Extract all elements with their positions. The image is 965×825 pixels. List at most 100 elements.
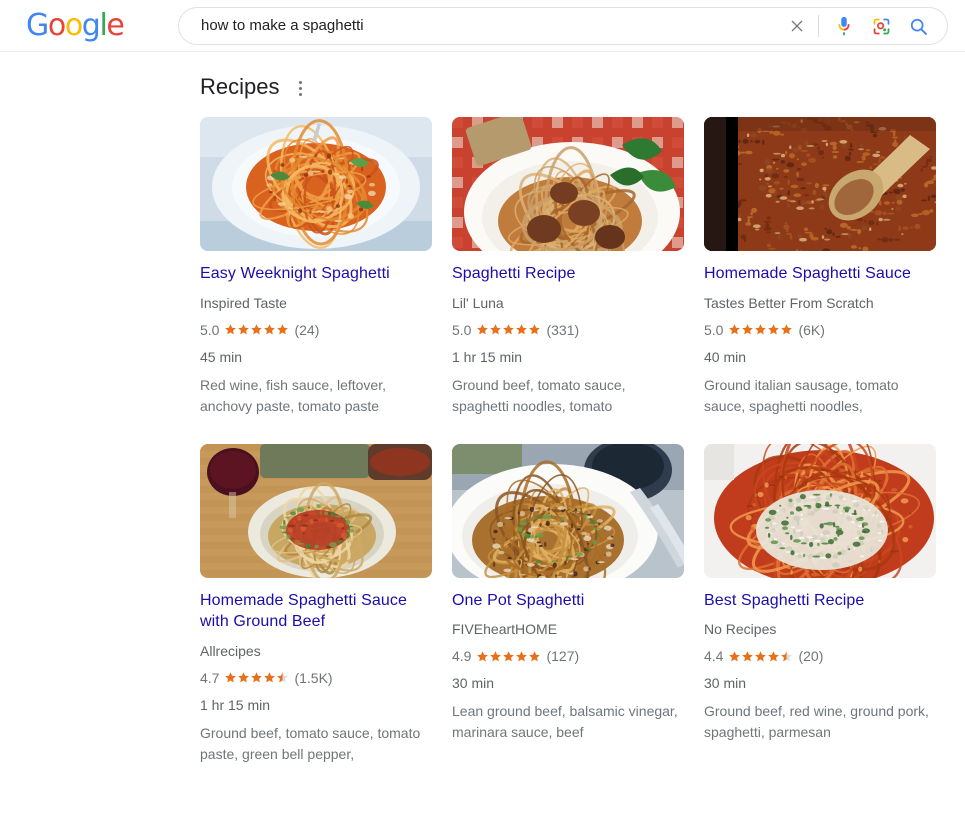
- recipes-grid: Easy Weeknight Spaghetti Inspired Taste 5.…: [200, 117, 965, 765]
- recipe-card[interactable]: Homemade Spaghetti Sauce Tastes Better Fr…: [704, 117, 936, 417]
- logo-letter-o1: o: [48, 8, 65, 43]
- rating-value: 5.0: [452, 321, 471, 339]
- star-icon: [515, 650, 528, 663]
- recipe-thumbnail[interactable]: [200, 117, 432, 251]
- recipe-source: Allrecipes: [200, 642, 432, 660]
- logo-letter-o2: o: [65, 8, 82, 43]
- rating-stars: [728, 650, 793, 663]
- search-input[interactable]: [201, 13, 782, 39]
- star-icon: [224, 671, 237, 684]
- star-icon: [237, 671, 250, 684]
- recipe-card[interactable]: Best Spaghetti RecipeNo Recipes4.4(20)30…: [704, 444, 936, 765]
- search-header: Google: [0, 0, 965, 52]
- star-icon: [767, 650, 780, 663]
- recipe-source: Inspired Taste: [200, 294, 432, 312]
- rating-stars: [224, 323, 289, 336]
- star-icon: [476, 323, 489, 336]
- star-icon: [780, 650, 793, 663]
- recipe-title-link[interactable]: One Pot Spaghetti: [452, 590, 684, 612]
- recipe-title-link[interactable]: Best Spaghetti Recipe: [704, 590, 936, 612]
- search-icon[interactable]: [903, 11, 933, 41]
- recipe-thumbnail[interactable]: [704, 117, 936, 251]
- star-icon: [276, 323, 289, 336]
- clear-icon[interactable]: [782, 11, 812, 41]
- recipe-time: 45 min: [200, 348, 432, 366]
- logo-letter-G: G: [26, 8, 48, 43]
- star-icon: [528, 323, 541, 336]
- star-icon: [728, 323, 741, 336]
- star-icon: [502, 650, 515, 663]
- rating-stars: [476, 650, 541, 663]
- search-bar[interactable]: [178, 7, 948, 45]
- star-icon: [476, 650, 489, 663]
- star-icon: [767, 323, 780, 336]
- star-icon: [224, 323, 237, 336]
- star-icon: [515, 323, 528, 336]
- recipe-ingredients: Red wine, fish sauce, leftover, anchovy …: [200, 375, 432, 417]
- recipe-title-link[interactable]: Homemade Spaghetti Sauce with Ground Bee…: [200, 590, 432, 633]
- rating-value: 5.0: [200, 321, 219, 339]
- review-count: (24): [294, 321, 319, 339]
- recipe-card[interactable]: Easy Weeknight Spaghetti Inspired Taste 5.…: [200, 117, 432, 417]
- google-lens-icon[interactable]: [866, 11, 896, 41]
- toolbar-divider: [818, 15, 819, 37]
- google-logo[interactable]: Google: [26, 11, 123, 41]
- microphone-icon[interactable]: [829, 11, 859, 41]
- recipes-section-header: Recipes: [200, 70, 965, 104]
- review-count: (1.5K): [294, 669, 332, 687]
- recipe-ingredients: Ground beef, tomato sauce, tomato paste,…: [200, 723, 432, 765]
- recipe-thumbnail-image: [200, 117, 432, 251]
- recipe-time: 1 hr 15 min: [452, 348, 684, 366]
- recipe-thumbnail[interactable]: [704, 444, 936, 578]
- review-count: (20): [798, 647, 823, 665]
- recipe-source: FIVEheartHOME: [452, 620, 684, 638]
- recipe-card[interactable]: Homemade Spaghetti Sauce with Ground Bee…: [200, 444, 432, 765]
- recipe-rating: 4.9 (127): [452, 647, 684, 665]
- rating-stars: [728, 323, 793, 336]
- recipe-time: 30 min: [452, 674, 684, 692]
- star-icon: [728, 650, 741, 663]
- recipe-title-link[interactable]: Spaghetti Recipe: [452, 263, 684, 285]
- recipe-rating: 4.4(20): [704, 647, 936, 665]
- recipe-thumbnail-image: [200, 444, 432, 578]
- recipe-card[interactable]: Spaghetti RecipeLil' Luna5.0(331)1 hr 15…: [452, 117, 684, 417]
- more-options-icon[interactable]: [291, 76, 309, 98]
- recipe-thumbnail-image: [452, 117, 684, 251]
- star-icon: [502, 323, 515, 336]
- recipe-card[interactable]: One Pot Spaghetti FIVEheartHOME 4.9 (127) 30…: [452, 444, 684, 765]
- kebab-dot-2: [299, 87, 302, 90]
- recipe-title-link[interactable]: Homemade Spaghetti Sauce: [704, 263, 936, 285]
- rating-value: 4.7: [200, 669, 219, 687]
- review-count: (127): [546, 647, 579, 665]
- recipe-source: No Recipes: [704, 620, 936, 638]
- star-icon: [263, 323, 276, 336]
- recipe-thumbnail[interactable]: [200, 444, 432, 578]
- rating-value: 4.9: [452, 647, 471, 665]
- logo-letter-g: g: [82, 8, 100, 43]
- rating-stars: [476, 323, 541, 336]
- rating-value: 5.0: [704, 321, 723, 339]
- recipe-thumbnail[interactable]: [452, 117, 684, 251]
- recipe-thumbnail-image: [452, 444, 684, 578]
- page-title: Recipes: [200, 73, 279, 101]
- recipe-ingredients: Ground beef, red wine, ground pork, spag…: [704, 701, 936, 743]
- star-icon: [780, 323, 793, 336]
- recipe-source: Tastes Better From Scratch: [704, 294, 936, 312]
- recipe-rating: 5.0 (331): [452, 321, 684, 339]
- star-icon: [741, 650, 754, 663]
- star-icon: [489, 650, 502, 663]
- recipe-rating: 5.0 (6K): [704, 321, 936, 339]
- results-content: Recipes Easy Weeknight Spaghetti Inspired…: [0, 52, 965, 765]
- star-icon: [276, 671, 289, 684]
- recipe-title-link[interactable]: Easy Weeknight Spaghetti: [200, 263, 432, 285]
- star-icon: [263, 671, 276, 684]
- star-icon: [250, 323, 263, 336]
- logo-letter-e: e: [106, 8, 123, 43]
- review-count: (331): [546, 321, 579, 339]
- review-count: (6K): [798, 321, 824, 339]
- recipe-rating: 4.7 (1.5K): [200, 669, 432, 687]
- recipe-ingredients: Ground beef, tomato sauce, spaghetti noo…: [452, 375, 684, 417]
- recipe-thumbnail[interactable]: [452, 444, 684, 578]
- kebab-dot-1: [299, 81, 302, 84]
- star-icon: [754, 650, 767, 663]
